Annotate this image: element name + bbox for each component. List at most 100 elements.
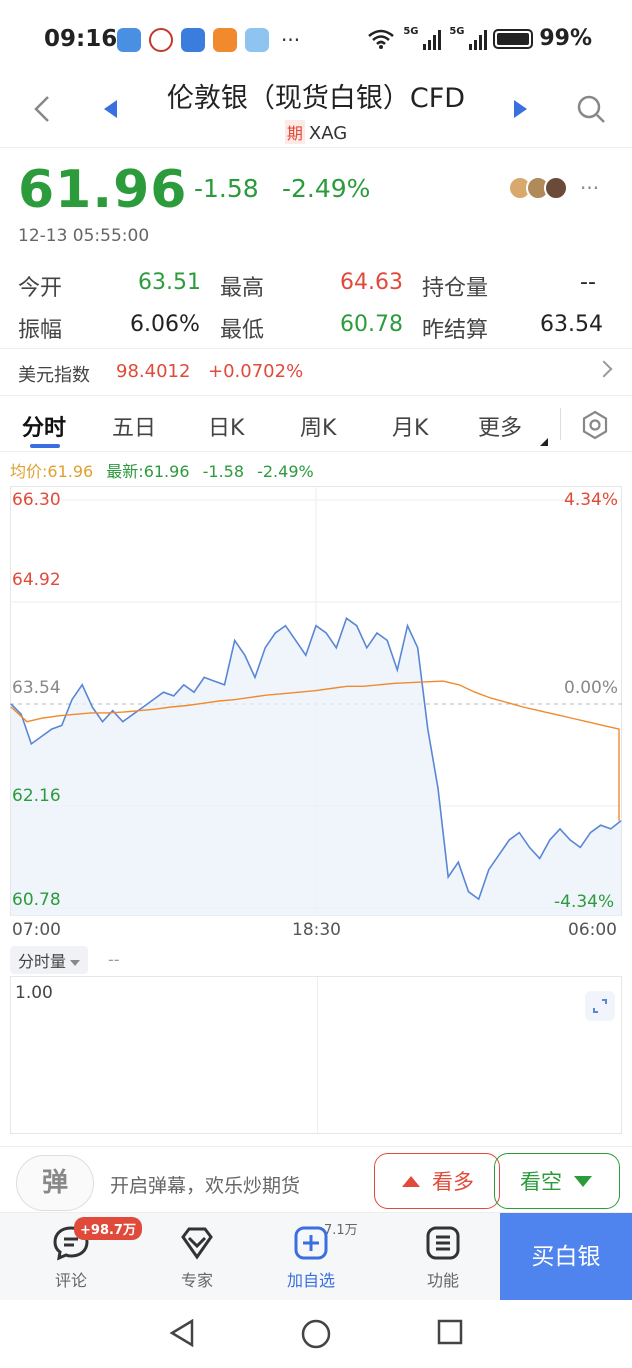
danmu-toggle-button[interactable]: 弹 [16, 1155, 94, 1211]
active-tab-indicator [30, 444, 60, 448]
menu-list-icon [426, 1226, 460, 1260]
tab-divider [560, 408, 561, 440]
system-back-icon[interactable] [168, 1318, 196, 1348]
bullish-button[interactable]: 看多 [374, 1153, 500, 1209]
status-right: 5G 5G 99% [367, 26, 592, 51]
system-recents-icon[interactable] [436, 1318, 464, 1346]
y-tick-label: 60.78 [12, 890, 61, 910]
prev-settle-value: 63.54 [540, 312, 603, 337]
message-app-icon [117, 28, 141, 52]
tab-five-day[interactable]: 五日 [112, 410, 156, 442]
y-tick-label: 62.16 [12, 786, 61, 806]
cloud-up-icon [402, 1176, 420, 1187]
price-area [11, 618, 621, 916]
volume-header: 分时量 [10, 946, 89, 974]
comment-label: 评论 [54, 1271, 87, 1290]
signal-icon-2: 5G [449, 26, 488, 50]
system-home-icon[interactable] [300, 1318, 332, 1350]
nav-add-watchlist[interactable]: 加自选 [266, 1223, 356, 1291]
y-tick-label: 66.30 [12, 490, 61, 510]
amplitude-value: 6.06% [130, 312, 200, 337]
community-avatars[interactable] [508, 176, 568, 200]
weather-app-icon [245, 28, 269, 52]
y-right-tick-label: -4.34% [554, 892, 615, 912]
next-instrument-icon[interactable] [514, 100, 527, 118]
avatar [544, 176, 568, 200]
tab-intraday[interactable]: 分时 [22, 410, 66, 442]
status-bar: 09:16 ··· 5G 5G 99% [0, 0, 632, 80]
bearish-label: 看空 [520, 1170, 562, 1194]
volume-chart[interactable]: 1.00 [10, 976, 622, 1134]
fullscreen-icon [593, 999, 607, 1013]
bearish-button[interactable]: 看空 [494, 1153, 620, 1209]
add-watchlist-icon [294, 1226, 328, 1260]
wifi-icon [368, 29, 395, 49]
x-tick-label: 06:00 [568, 920, 617, 940]
period-tabs: 分时 五日 日K 周K 月K 更多 [0, 398, 632, 452]
intraday-chart-svg [10, 486, 622, 916]
search-icon[interactable] [576, 94, 606, 124]
futures-badge: 期 [284, 120, 305, 144]
danmu-prompt[interactable]: 开启弹幕，欢乐炒期货 [110, 1171, 300, 1198]
more-options-icon[interactable]: ··· [580, 176, 599, 200]
prev-settle-label: 昨结算 [422, 318, 489, 343]
dropdown-icon [70, 959, 81, 966]
x-tick-label: 18:30 [292, 920, 341, 940]
nav-functions[interactable]: 功能 [398, 1223, 488, 1291]
clock: 09:16 [44, 26, 118, 52]
y-right-tick-label: 4.34% [564, 490, 619, 510]
bullish-label: 看多 [432, 1170, 474, 1194]
stats-row-1: 今开 63.51 最高 64.63 持仓量 -- [0, 266, 632, 308]
diamond-icon [181, 1227, 213, 1260]
bank-app-icon [149, 28, 173, 52]
instrument-symbol: XAG [308, 123, 348, 144]
expand-icon[interactable] [585, 991, 615, 1021]
chart-legend: 均价:61.96 最新:61.96 -1.58 -2.49% [10, 458, 322, 482]
instrument-title: 伦敦银（现货白银）CFD [166, 83, 466, 114]
y-tick-label: 64.92 [12, 570, 61, 590]
buy-silver-button[interactable]: 买白银 [500, 1213, 632, 1301]
high-value: 64.63 [340, 270, 403, 295]
open-interest-value: -- [580, 270, 596, 295]
high-label: 最高 [220, 276, 265, 301]
dollar-index-bar[interactable]: 美元指数 98.4012 +0.0702% [0, 348, 632, 396]
comment-count-badge: +98.7万 [74, 1217, 142, 1240]
tab-daily-k[interactable]: 日K [208, 410, 244, 442]
open-interest-label: 持仓量 [422, 276, 489, 301]
expert-label: 专家 [180, 1271, 213, 1290]
open-value: 63.51 [138, 270, 201, 295]
quote-panel: 61.96 -1.58 -2.49% 12-13 05:55:00 [0, 150, 632, 250]
settings-icon[interactable] [580, 410, 610, 440]
more-dropdown-icon [540, 438, 548, 446]
intraday-chart[interactable] [10, 486, 622, 916]
travel-app-icon [181, 28, 205, 52]
quote-timestamp: 12-13 05:55:00 [18, 226, 150, 246]
add-watchlist-label: 加自选 [286, 1271, 335, 1290]
system-navigation-bar [0, 1300, 632, 1368]
tab-weekly-k[interactable]: 周K [300, 410, 336, 442]
volume-midline [317, 977, 318, 1133]
nav-expert[interactable]: 专家 [152, 1223, 242, 1291]
legend-change: -1.58 [202, 462, 244, 481]
battery-icon [493, 28, 534, 49]
index-value: 98.4012 [116, 361, 191, 382]
amplitude-label: 振幅 [18, 318, 63, 343]
cloud-down-icon [574, 1176, 592, 1187]
stats-grid: 今开 63.51 最高 64.63 持仓量 -- 振幅 6.06% 最低 60.… [0, 266, 632, 350]
more-notifications-icon: ··· [281, 28, 301, 52]
legend-change-percent: -2.49% [257, 462, 314, 481]
tab-monthly-k[interactable]: 月K [392, 410, 428, 442]
y-tick-label: 63.54 [12, 678, 61, 698]
last-price: 61.96 [18, 160, 188, 220]
index-change: +0.0702% [208, 361, 304, 382]
signal-icon: 5G [403, 26, 442, 50]
shopping-app-icon [213, 28, 237, 52]
title-bar: 伦敦银（现货白银）CFD 期 XAG [0, 70, 632, 148]
instrument-code: 期 XAG [0, 120, 632, 144]
open-label: 今开 [18, 276, 63, 301]
volume-indicator-select[interactable]: 分时量 [10, 946, 89, 974]
tab-more[interactable]: 更多 [478, 410, 522, 442]
volume-max-label: 1.00 [15, 983, 53, 1003]
bottom-action-bar: 评论 +98.7万 专家 7.1万 加自选 功能 买白银 [0, 1212, 632, 1301]
x-tick-label: 07:00 [12, 920, 61, 940]
